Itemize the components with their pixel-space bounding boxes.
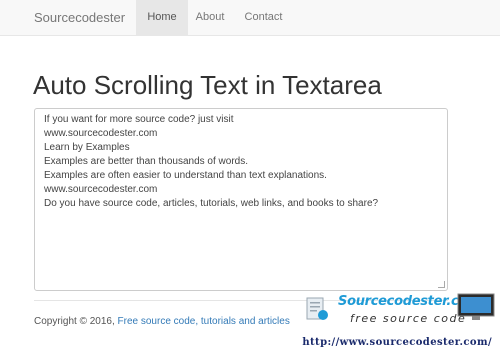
- textarea-line: www.sourcecodester.com: [44, 128, 158, 139]
- brand-link[interactable]: Sourcecodester: [34, 10, 125, 25]
- watermark-url[interactable]: http://www.sourcecodester.com/: [302, 337, 492, 348]
- textarea-line: Learn by Examples: [44, 142, 130, 153]
- textarea-line: If you want for more source code? just v…: [44, 114, 234, 125]
- nav-contact[interactable]: Contact: [236, 0, 291, 35]
- scrolling-textarea[interactable]: If you want for more source code? just v…: [34, 108, 448, 291]
- top-navbar: Sourcecodester Home About Contact: [0, 0, 500, 36]
- textarea-line: Do you have source code, articles, tutor…: [44, 198, 379, 209]
- resize-handle-icon[interactable]: [438, 281, 445, 288]
- textarea-line: Examples are better than thousands of wo…: [44, 156, 249, 167]
- textarea-line: www.sourcecodester.com: [44, 184, 158, 195]
- nav-home[interactable]: Home: [136, 0, 188, 35]
- watermark-subtitle: free source code: [350, 312, 467, 325]
- monitor-icon: [457, 293, 495, 320]
- footer-link[interactable]: Free source code, tutorials and articles: [118, 316, 290, 327]
- nav-about[interactable]: About: [188, 0, 232, 35]
- textarea-line: Examples are often easier to understand …: [44, 170, 327, 181]
- copyright-text: Copyright © 2016,: [34, 316, 115, 327]
- document-logo-icon: [306, 297, 328, 320]
- footer: Copyright © 2016, Free source code, tuto…: [34, 316, 290, 327]
- page-title: Auto Scrolling Text in Textarea: [33, 70, 382, 100]
